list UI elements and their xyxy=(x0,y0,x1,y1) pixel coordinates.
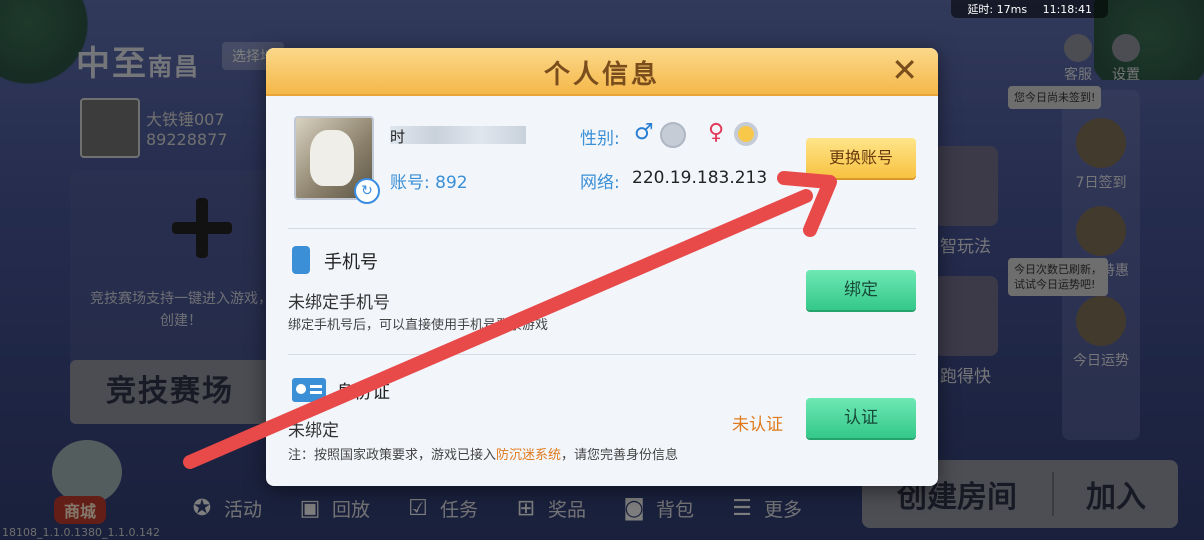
dialog-title: 个人信息 xyxy=(543,60,660,90)
user-name-masked: 时 xyxy=(390,126,526,146)
anti-addiction-note: 注：按照国家政策要求，游戏已接入防沉迷系统，请您完善身份信息 xyxy=(288,448,679,463)
female-symbol-icon: ♀ xyxy=(708,120,725,145)
divider xyxy=(288,354,916,355)
clock-text: 11:18:41 xyxy=(1042,3,1092,16)
status-bar: 延时: 17ms 11:18:41 xyxy=(951,0,1108,18)
id-card-icon xyxy=(292,378,326,402)
close-icon[interactable]: ✕ xyxy=(891,54,918,86)
male-symbol-icon: ♂ xyxy=(634,120,654,145)
change-avatar-icon[interactable]: ↻ xyxy=(354,178,380,204)
latency-text: 延时: 17ms xyxy=(967,3,1028,16)
gender-female-radio[interactable] xyxy=(734,122,758,146)
anti-addiction-link[interactable]: 防沉迷系统 xyxy=(496,448,561,463)
account-id: 账号: 892 xyxy=(390,173,468,193)
network-ip: 220.19.183.213 xyxy=(632,168,768,188)
wolf-avatar-image xyxy=(310,130,354,186)
verify-state-badge: 未认证 xyxy=(732,415,783,435)
verify-id-button[interactable]: 认证 xyxy=(806,398,916,438)
bind-phone-button[interactable]: 绑定 xyxy=(806,270,916,310)
dialog-header: 个人信息 ✕ xyxy=(266,48,938,96)
switch-account-button[interactable]: 更换账号 xyxy=(806,138,916,178)
phone-title: 手机号 xyxy=(324,252,378,273)
id-status: 未绑定 xyxy=(288,421,339,441)
network-label: 网络: xyxy=(580,173,620,193)
personal-info-dialog: 个人信息 ✕ ↻ 时 账号: 892 性别: ♂ ♀ 网络: 220.19.18… xyxy=(266,48,938,486)
gender-male-radio[interactable] xyxy=(660,122,686,148)
dialog-body: ↻ 时 账号: 892 性别: ♂ ♀ 网络: 220.19.183.213 更… xyxy=(266,96,938,486)
gender-label: 性别: xyxy=(580,129,620,149)
phone-icon xyxy=(292,246,310,274)
phone-status: 未绑定手机号 xyxy=(288,293,390,313)
divider xyxy=(288,228,916,229)
id-title: 身份证 xyxy=(336,382,390,403)
phone-note: 绑定手机号后，可以直接使用手机号登录游戏 xyxy=(288,318,549,333)
